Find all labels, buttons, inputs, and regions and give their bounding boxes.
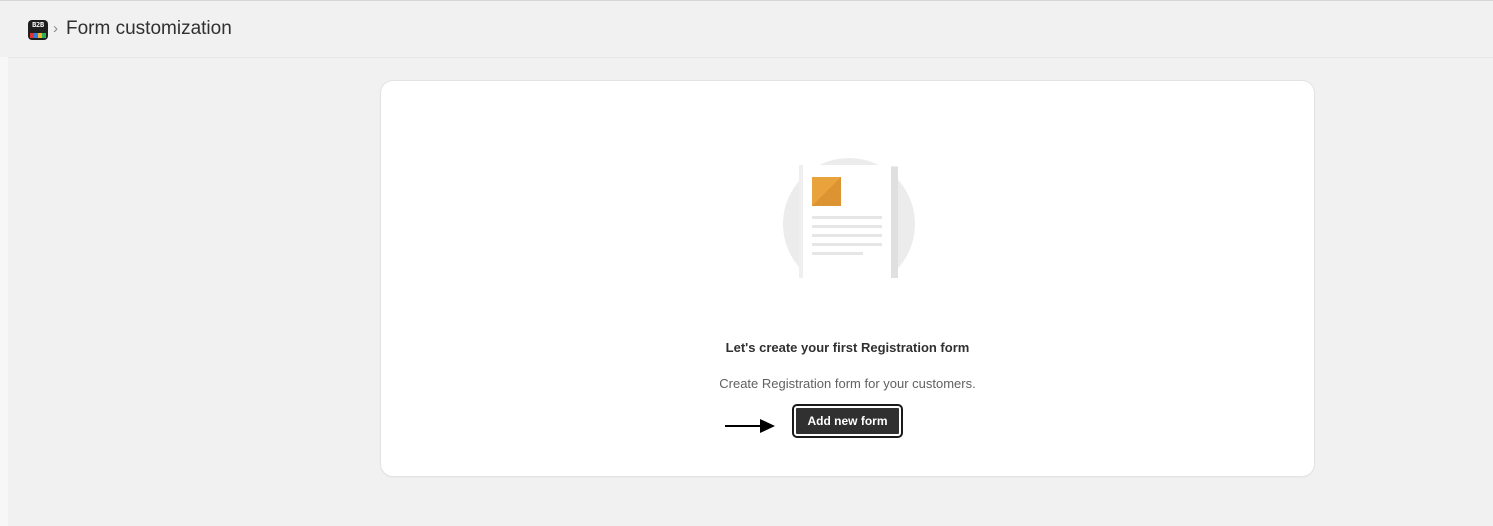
left-edge [0, 57, 8, 526]
page-title: Form customization [66, 18, 232, 39]
empty-state-card: Let's create your first Registration for… [381, 81, 1314, 476]
arrow-right-icon [725, 419, 775, 433]
b2b-app-logo-icon[interactable]: B2B [28, 20, 48, 40]
page-header: B2B › Form customization [0, 1, 1493, 58]
app-logo-text: B2B [32, 21, 44, 29]
add-new-form-button[interactable]: Add new form [792, 404, 903, 438]
document-line [812, 225, 882, 228]
document-line [812, 234, 882, 237]
app-logo-color-bar [30, 33, 46, 38]
document-illustration-icon [783, 158, 915, 278]
empty-state-heading: Let's create your first Registration for… [725, 340, 970, 355]
document-line [812, 216, 882, 219]
empty-state-description: Create Registration form for your custom… [719, 376, 976, 391]
document-line [812, 243, 882, 246]
document-line [812, 252, 863, 255]
breadcrumb-separator: › [53, 20, 58, 37]
